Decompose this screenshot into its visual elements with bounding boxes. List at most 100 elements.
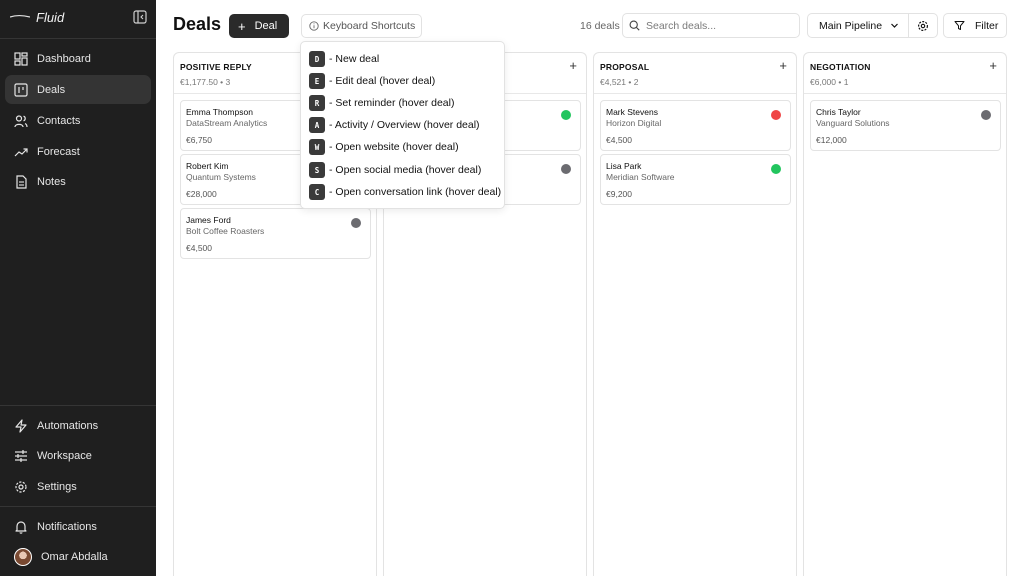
plus-icon: +: [238, 18, 246, 34]
sidebar-item-label: Notifications: [37, 520, 97, 533]
deal-value: €12,000: [816, 135, 847, 145]
sidebar-item-label: Settings: [37, 480, 77, 493]
user-profile[interactable]: Omar Abdalla: [5, 544, 151, 569]
sidebar-divider: [0, 405, 156, 406]
shortcut-key: C: [309, 184, 325, 200]
column-summary: €6,000 • 1: [810, 77, 849, 87]
pipeline-label: Main Pipeline: [819, 19, 883, 32]
shortcut-key: S: [309, 162, 325, 178]
shortcut-row: A - Activity / Overview (hover deal): [309, 117, 480, 133]
pipeline-settings-button[interactable]: [908, 13, 938, 38]
sidebar-collapse-icon[interactable]: [133, 10, 147, 24]
sidebar-item-contacts[interactable]: Contacts: [5, 106, 151, 135]
deal-card[interactable]: Chris Taylor Vanguard Solutions €12,000: [810, 100, 1001, 151]
status-dot: [771, 164, 781, 174]
shortcut-label: - Activity / Overview (hover deal): [329, 119, 480, 131]
deal-value: €28,000: [186, 189, 217, 199]
search-box[interactable]: [622, 13, 800, 38]
deal-company: Horizon Digital: [606, 118, 662, 128]
add-deal-to-column-icon[interactable]: +: [569, 59, 577, 72]
notes-icon: [14, 174, 28, 189]
add-deal-to-column-icon[interactable]: +: [989, 59, 997, 72]
contacts-icon: [14, 114, 28, 128]
status-dot: [771, 110, 781, 120]
sidebar-item-automations[interactable]: Automations: [5, 411, 151, 440]
status-dot: [561, 164, 571, 174]
sidebar-item-forecast[interactable]: Forecast: [5, 137, 151, 166]
sidebar: Fluid Dashboard Deals Contacts Forecast …: [0, 0, 156, 576]
filter-button[interactable]: Filter: [943, 13, 1007, 38]
column-header: NEGOTIATION €6,000 • 1 +: [804, 53, 1006, 94]
pipeline-select[interactable]: Main Pipeline: [807, 13, 908, 38]
sliders-icon: [14, 449, 28, 463]
column-title: PROPOSAL: [600, 62, 650, 72]
column-summary: €4,521 • 2: [600, 77, 639, 87]
shortcut-row: R - Set reminder (hover deal): [309, 95, 454, 111]
sidebar-item-deals[interactable]: Deals: [5, 75, 151, 104]
shortcut-row: E - Edit deal (hover deal): [309, 73, 435, 89]
zap-icon: [14, 418, 28, 433]
deal-contact-name: James Ford: [186, 215, 231, 225]
keyboard-shortcuts-button[interactable]: Keyboard Shortcuts: [301, 14, 422, 38]
search-icon: [629, 20, 640, 31]
info-icon: [309, 21, 319, 31]
shortcut-row: D - New deal: [309, 51, 379, 67]
deal-value: €4,500: [186, 243, 212, 253]
shortcut-row: C - Open conversation link (hover deal): [309, 184, 501, 200]
sidebar-item-notes[interactable]: Notes: [5, 167, 151, 196]
gear-icon: [14, 480, 28, 494]
sidebar-item-settings[interactable]: Settings: [5, 472, 151, 501]
deal-card[interactable]: Lisa Park Meridian Software €9,200: [600, 154, 791, 205]
user-name: Omar Abdalla: [41, 550, 108, 563]
deal-count: 16 deals: [580, 20, 620, 32]
sidebar-item-label: Notes: [37, 175, 66, 188]
column-title: POSITIVE REPLY: [180, 62, 252, 72]
page-title: Deals: [173, 14, 222, 34]
add-deal-to-column-icon[interactable]: +: [779, 59, 787, 72]
deal-contact-name: Lisa Park: [606, 161, 642, 171]
shortcut-key: R: [309, 95, 325, 111]
filter-label: Filter: [975, 19, 999, 32]
pipeline-column-proposal: PROPOSAL €4,521 • 2 + Mark Stevens Horiz…: [593, 52, 797, 576]
shortcut-key: E: [309, 73, 325, 89]
deal-value: €4,500: [606, 135, 632, 145]
deal-contact-name: Robert Kim: [186, 161, 229, 171]
add-deal-button[interactable]: + Deal: [229, 14, 289, 38]
shortcut-key: W: [309, 139, 325, 155]
sidebar-divider: [0, 38, 156, 39]
sidebar-item-workspace[interactable]: Workspace: [5, 441, 151, 470]
status-dot: [351, 218, 361, 228]
brand-name: Fluid: [36, 9, 65, 25]
deal-contact-name: Mark Stevens: [606, 107, 658, 117]
dashboard-icon: [14, 51, 28, 66]
status-dot: [561, 110, 571, 120]
sidebar-item-notifications[interactable]: Notifications: [5, 512, 151, 541]
sidebar-item-label: Deals: [37, 83, 66, 96]
shortcut-label: - New deal: [329, 53, 380, 65]
deal-contact-name: Emma Thompson: [186, 107, 253, 117]
shortcut-row: W - Open website (hover deal): [309, 139, 459, 155]
shortcut-row: S - Open social media (hover deal): [309, 162, 481, 178]
status-dot: [981, 110, 991, 120]
bell-icon: [14, 520, 28, 534]
shortcut-label: - Open social media (hover deal): [329, 164, 482, 176]
gear-icon: [917, 20, 929, 31]
shortcut-key: D: [309, 51, 325, 67]
deal-card[interactable]: Mark Stevens Horizon Digital €4,500: [600, 100, 791, 151]
sidebar-divider: [0, 506, 156, 507]
brand[interactable]: Fluid: [10, 8, 64, 26]
deal-company: Quantum Systems: [186, 172, 256, 182]
keyboard-shortcuts-popover: D - New deal E - Edit deal (hover deal) …: [300, 41, 505, 209]
deal-company: Meridian Software: [606, 172, 675, 182]
avatar: [14, 547, 32, 566]
sidebar-item-dashboard[interactable]: Dashboard: [5, 44, 151, 73]
chevron-down-icon: [891, 23, 898, 28]
deal-company: Bolt Coffee Roasters: [186, 226, 265, 236]
sidebar-item-label: Dashboard: [37, 52, 91, 65]
deal-value: €6,750: [186, 135, 212, 145]
shortcut-key: A: [309, 117, 325, 133]
deal-card[interactable]: James Ford Bolt Coffee Roasters €4,500: [180, 208, 371, 259]
sidebar-item-label: Workspace: [37, 449, 92, 462]
trending-up-icon: [14, 145, 28, 159]
search-input[interactable]: [646, 19, 796, 32]
